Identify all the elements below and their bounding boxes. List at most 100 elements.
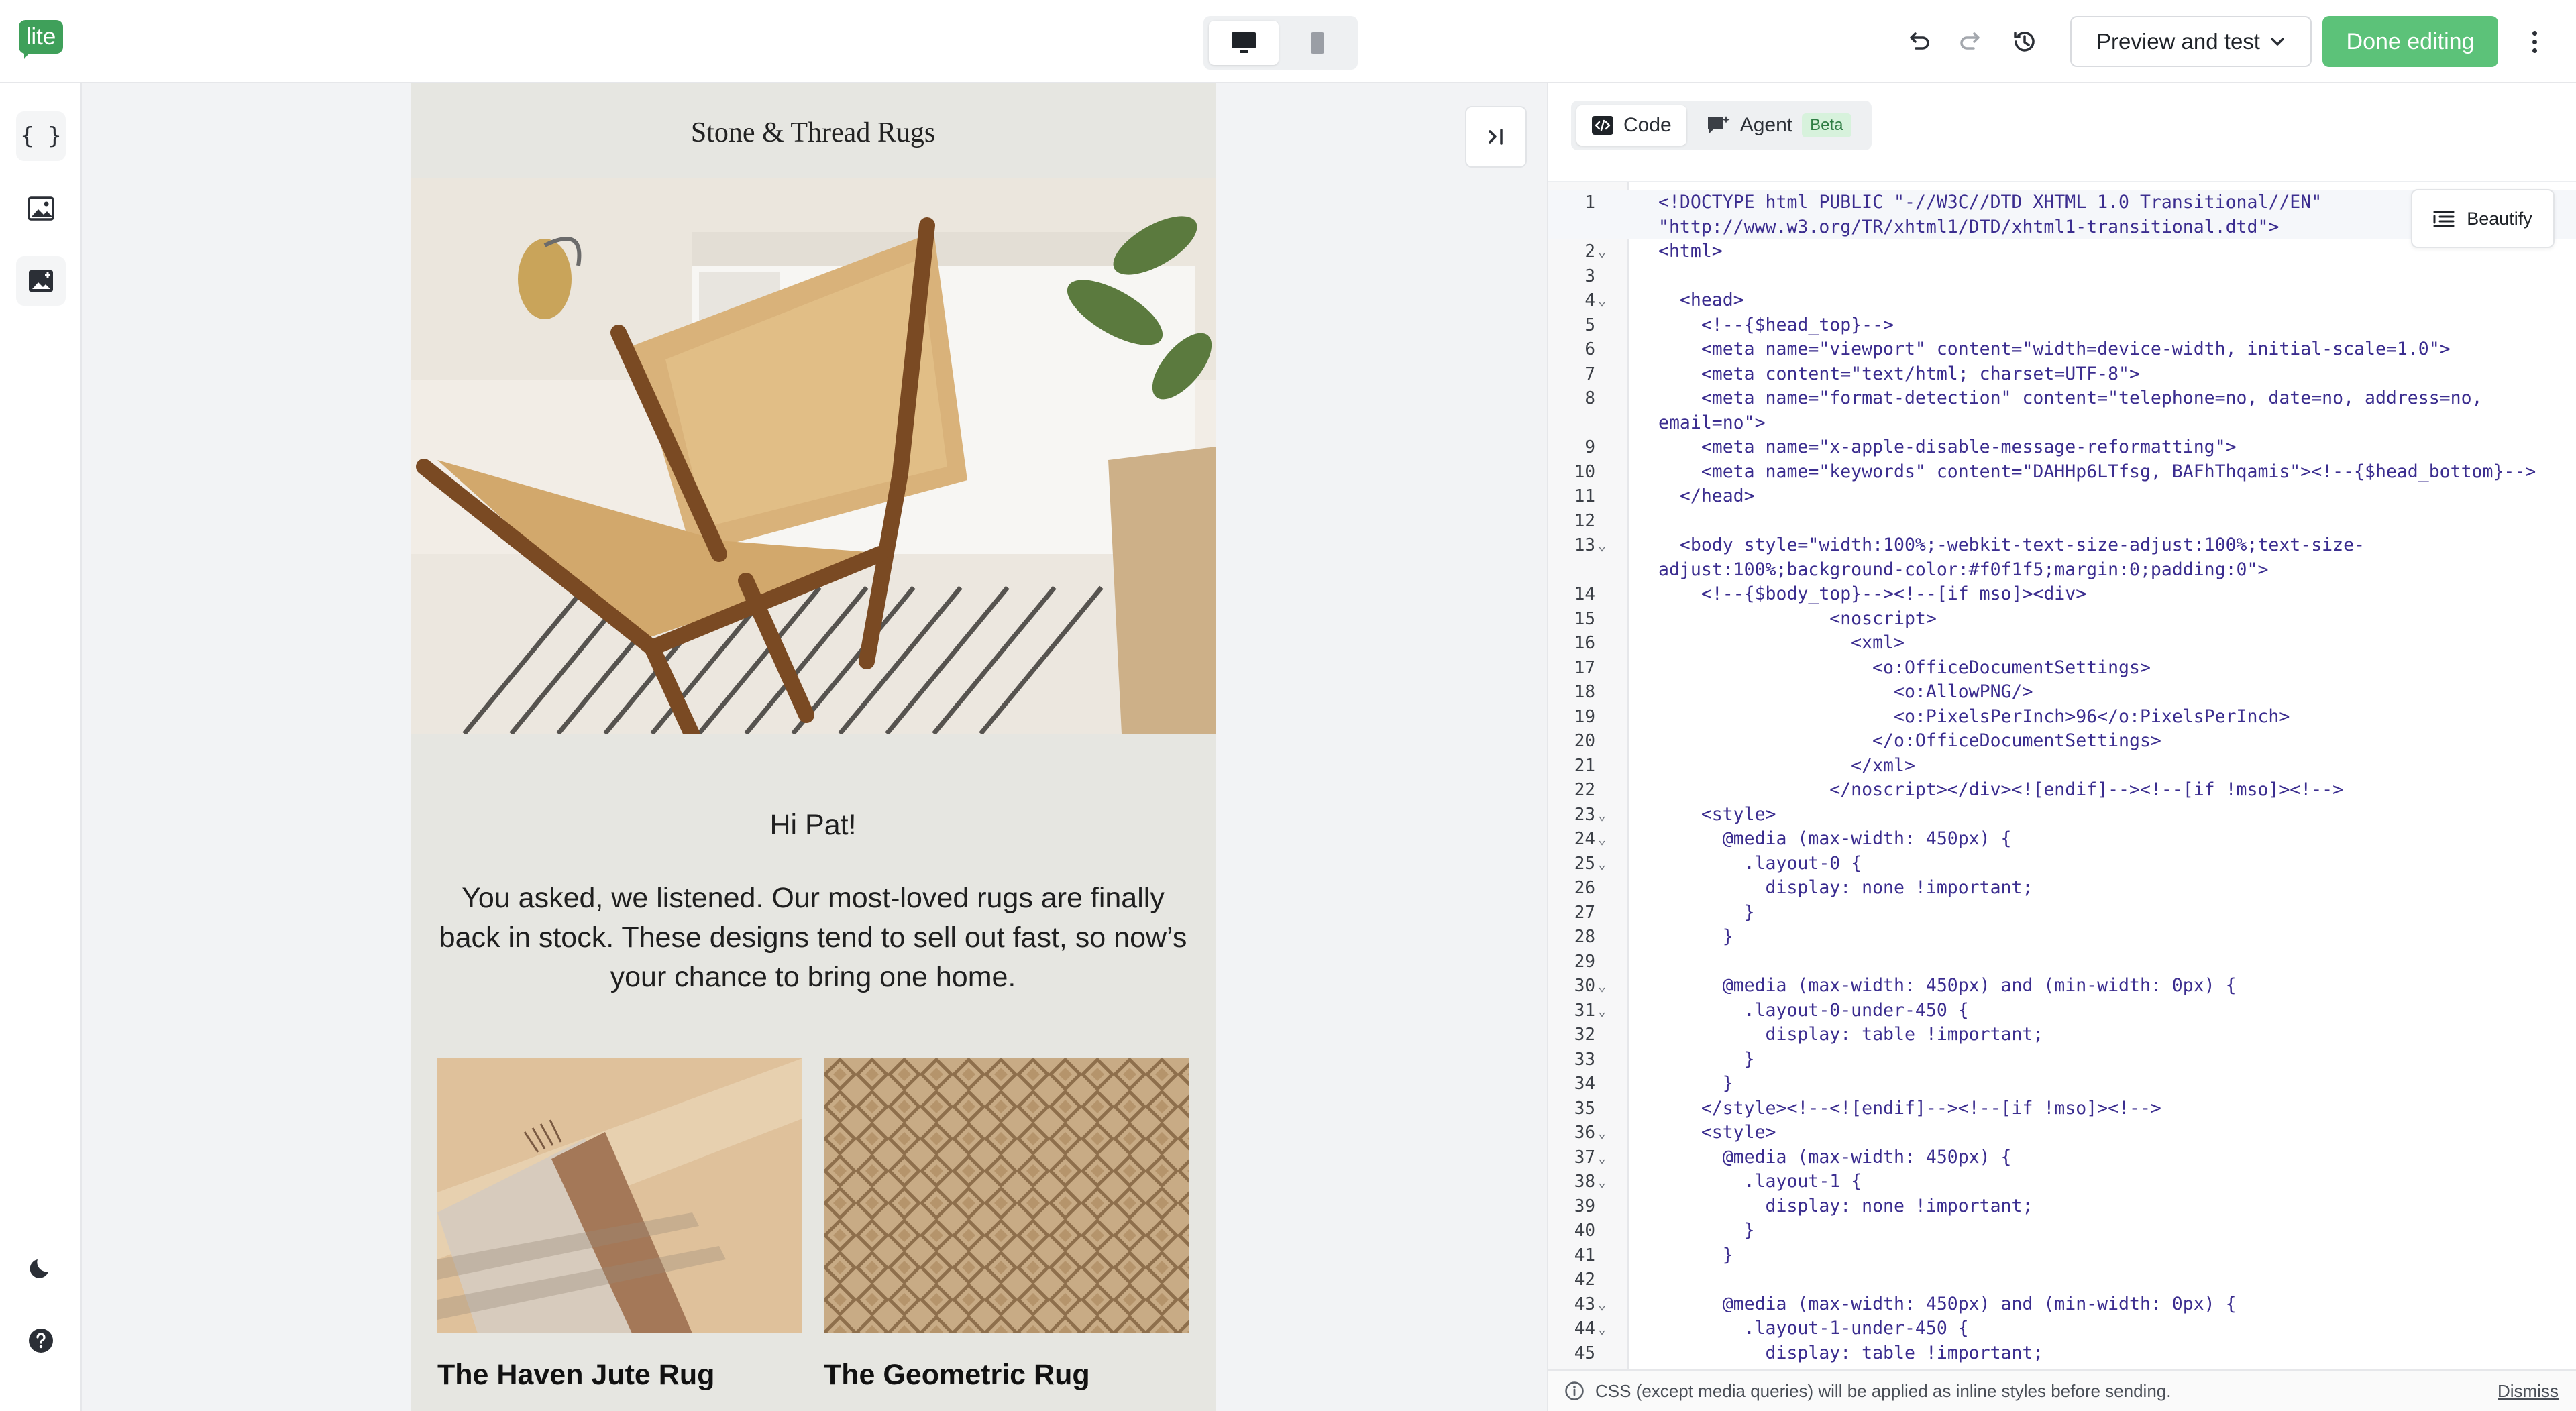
code-line[interactable]: 35 </style><!--<![endif]--><!--[if !mso]… xyxy=(1548,1096,2576,1121)
code-line[interactable]: 44 ⌄ .layout-1-under-450 { xyxy=(1548,1316,2576,1341)
product-card[interactable]: The Haven Jute Rug xyxy=(437,1058,802,1392)
logo-text: lite xyxy=(19,20,63,54)
code-line[interactable]: 8 <meta name="format-detection" content=… xyxy=(1548,386,2576,411)
code-line[interactable]: 27 } xyxy=(1548,901,2576,925)
fold-chevron-icon[interactable]: ⌄ xyxy=(1598,533,1614,558)
dismiss-link[interactable]: Dismiss xyxy=(2498,1381,2559,1402)
code-line[interactable]: 36 ⌄ <style> xyxy=(1548,1121,2576,1145)
fold-chevron-icon[interactable]: ⌄ xyxy=(1598,1316,1614,1341)
code-line[interactable]: 21 </xml> xyxy=(1548,754,2576,779)
code-line[interactable]: 24 ⌄ @media (max-width: 450px) { xyxy=(1548,827,2576,852)
code-line[interactable]: 16 <xml> xyxy=(1548,631,2576,656)
add-image-button[interactable] xyxy=(16,256,66,306)
code-line[interactable]: 3 xyxy=(1548,264,2576,289)
code-text: display: table !important; xyxy=(1658,1024,2044,1045)
code-line[interactable]: 31 ⌄ .layout-0-under-450 { xyxy=(1548,999,2576,1023)
code-line[interactable]: 41 } xyxy=(1548,1243,2576,1268)
fold-chevron-icon[interactable]: ⌄ xyxy=(1598,1121,1614,1145)
product-name[interactable]: The Geometric Rug xyxy=(824,1359,1189,1392)
code-line[interactable]: 30 ⌄ @media (max-width: 450px) and (min-w… xyxy=(1548,974,2576,999)
code-line[interactable]: 34 } xyxy=(1548,1072,2576,1096)
fold-chevron-icon[interactable]: ⌄ xyxy=(1598,999,1614,1023)
inline-css-notice: CSS (except media queries) will be appli… xyxy=(1548,1369,2576,1411)
preview-and-test-button[interactable]: Preview and test xyxy=(2070,16,2312,67)
desktop-view-button[interactable] xyxy=(1209,21,1279,65)
images-button[interactable] xyxy=(16,184,66,233)
code-line[interactable]: 20 </o:OfficeDocumentSettings> xyxy=(1548,729,2576,754)
product-card[interactable]: The Geometric Rug xyxy=(824,1058,1189,1392)
code-text: <style> xyxy=(1658,1122,1776,1143)
tab-code[interactable]: Code xyxy=(1576,105,1686,146)
history-button[interactable] xyxy=(2006,23,2043,60)
email-body-text[interactable]: You asked, we listened. Our most-loved r… xyxy=(436,879,1190,997)
email-body: Stone & Thread Rugs Hi Pat! You asked, w… xyxy=(411,83,1216,1411)
fold-chevron-icon[interactable]: ⌄ xyxy=(1598,803,1614,828)
code-line[interactable]: 25 ⌄ .layout-0 { xyxy=(1548,852,2576,877)
code-line[interactable]: 11 </head> xyxy=(1548,484,2576,509)
fold-chevron-icon[interactable]: ⌄ xyxy=(1598,827,1614,852)
code-line[interactable]: adjust:100%;background-color:#f0f1f5;mar… xyxy=(1548,558,2576,583)
fold-chevron-icon[interactable]: ⌄ xyxy=(1598,1170,1614,1194)
fold-chevron-icon[interactable]: ⌄ xyxy=(1598,1292,1614,1317)
code-line[interactable]: 32 display: table !important; xyxy=(1548,1023,2576,1048)
code-lines[interactable]: 1 <!DOCTYPE html PUBLIC "-//W3C//DTD XHTM… xyxy=(1548,190,2576,1390)
code-line[interactable]: 6 <meta name="viewport" content="width=d… xyxy=(1548,337,2576,362)
code-line[interactable]: 19 <o:PixelsPerInch>96</o:PixelsPerInch> xyxy=(1548,705,2576,730)
product-image[interactable] xyxy=(437,1058,802,1333)
image-icon xyxy=(28,196,54,221)
tab-agent[interactable]: Agent Beta xyxy=(1692,105,1866,146)
line-number: 34 xyxy=(1574,1074,1595,1094)
done-editing-button[interactable]: Done editing xyxy=(2322,16,2498,67)
more-options-button[interactable] xyxy=(2516,23,2553,60)
fold-chevron-icon[interactable]: ⌄ xyxy=(1598,1145,1614,1170)
code-line[interactable]: 9 <meta name="x-apple-disable-message-re… xyxy=(1548,435,2576,460)
product-image[interactable] xyxy=(824,1058,1189,1333)
code-line[interactable]: 23 ⌄ <style> xyxy=(1548,803,2576,828)
code-line[interactable]: 26 display: none !important; xyxy=(1548,876,2576,901)
code-line[interactable]: 4 ⌄ <head> xyxy=(1548,288,2576,313)
code-blocks-button[interactable]: { } xyxy=(16,111,66,161)
line-number: 6 xyxy=(1585,339,1595,359)
code-line[interactable]: 22 </noscript></div><![endif]--><!--[if … xyxy=(1548,778,2576,803)
code-line[interactable]: 28 } xyxy=(1548,925,2576,950)
redo-button[interactable] xyxy=(1952,23,1990,60)
mobile-view-button[interactable] xyxy=(1283,21,1352,65)
fold-chevron-icon[interactable]: ⌄ xyxy=(1598,288,1614,313)
code-text: adjust:100%;background-color:#f0f1f5;mar… xyxy=(1658,559,2269,580)
fold-chevron-icon[interactable]: ⌄ xyxy=(1598,852,1614,877)
code-line[interactable]: 42 xyxy=(1548,1267,2576,1292)
hero-image[interactable] xyxy=(411,178,1216,734)
code-line[interactable]: 10 <meta name="keywords" content="DAHHp6… xyxy=(1548,460,2576,485)
beautify-button[interactable]: Beautify xyxy=(2411,189,2555,248)
fold-chevron-icon[interactable]: ⌄ xyxy=(1598,239,1614,264)
dark-mode-button[interactable] xyxy=(16,1243,66,1293)
fold-chevron-icon[interactable]: ⌄ xyxy=(1598,974,1614,999)
code-line[interactable]: 43 ⌄ @media (max-width: 450px) and (min-w… xyxy=(1548,1292,2576,1317)
code-editor[interactable]: 1 <!DOCTYPE html PUBLIC "-//W3C//DTD XHTM… xyxy=(1548,181,2576,1411)
email-greeting[interactable]: Hi Pat! xyxy=(411,809,1216,842)
help-button[interactable] xyxy=(16,1316,66,1365)
code-line[interactable]: 38 ⌄ .layout-1 { xyxy=(1548,1170,2576,1194)
code-line[interactable]: 17 <o:OfficeDocumentSettings> xyxy=(1548,656,2576,681)
code-line[interactable]: email=no"> xyxy=(1548,411,2576,436)
code-line[interactable]: 5 <!--{$head_top}--> xyxy=(1548,313,2576,338)
undo-button[interactable] xyxy=(1900,23,1937,60)
code-line[interactable]: 12 xyxy=(1548,509,2576,534)
code-line[interactable]: 33 } xyxy=(1548,1048,2576,1072)
code-line[interactable]: 45 display: table !important; xyxy=(1548,1341,2576,1366)
code-line[interactable]: 18 <o:AllowPNG/> xyxy=(1548,680,2576,705)
code-line[interactable]: 40 } xyxy=(1548,1219,2576,1243)
product-name[interactable]: The Haven Jute Rug xyxy=(437,1359,802,1392)
line-number: 27 xyxy=(1574,902,1595,923)
code-line[interactable]: 13 ⌄ <body style="width:100%;-webkit-text… xyxy=(1548,533,2576,558)
code-text: <body style="width:100%;-webkit-text-siz… xyxy=(1658,534,2365,555)
code-line[interactable]: 14 <!--{$body_top}--><!--[if mso]><div> xyxy=(1548,582,2576,607)
app-logo[interactable]: lite xyxy=(19,20,64,59)
code-line[interactable]: 37 ⌄ @media (max-width: 450px) { xyxy=(1548,1145,2576,1170)
collapse-panel-button[interactable] xyxy=(1465,106,1527,168)
code-line[interactable]: 39 display: none !important; xyxy=(1548,1194,2576,1219)
code-line[interactable]: 7 <meta content="text/html; charset=UTF-… xyxy=(1548,362,2576,387)
code-line[interactable]: 29 xyxy=(1548,950,2576,974)
code-line[interactable]: 15 <noscript> xyxy=(1548,607,2576,632)
email-brand-title[interactable]: Stone & Thread Rugs xyxy=(411,117,1216,149)
